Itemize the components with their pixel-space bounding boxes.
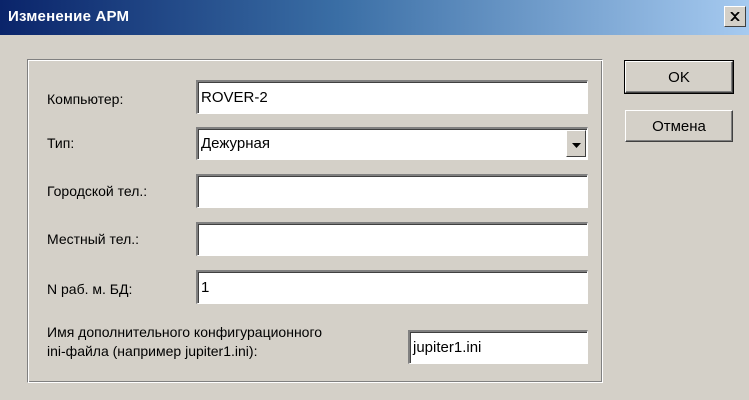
title-bar[interactable]: Изменение АРМ xyxy=(0,0,749,35)
computer-label: Компьютер: xyxy=(47,91,124,107)
chevron-down-icon xyxy=(571,129,581,158)
db-workplace-label: N раб. м. БД: xyxy=(47,281,133,297)
ini-file-label-line2: ini-файла (например jupiter1.ini): xyxy=(47,343,258,359)
ini-file-label: Имя дополнительного конфигурационного in… xyxy=(47,323,397,361)
ok-button[interactable]: OK xyxy=(624,60,734,94)
dialog-window: Изменение АРМ Компьютер: ROVER-2 Тип: Де… xyxy=(0,0,749,400)
close-icon xyxy=(730,12,740,21)
local-phone-label: Местный тел.: xyxy=(47,231,140,247)
city-phone-label: Городской тел.: xyxy=(47,183,148,199)
ini-file-label-line1: Имя дополнительного конфигурационного xyxy=(47,324,323,340)
type-label: Тип: xyxy=(47,135,75,151)
computer-input[interactable]: ROVER-2 xyxy=(196,80,588,114)
cancel-button[interactable]: Отмена xyxy=(625,110,733,142)
dropdown-button[interactable] xyxy=(566,130,586,157)
city-phone-input[interactable] xyxy=(196,174,588,208)
close-button[interactable] xyxy=(724,6,746,27)
window-title: Изменение АРМ xyxy=(8,8,130,25)
type-select-value: Дежурная xyxy=(201,135,270,152)
local-phone-input[interactable] xyxy=(196,222,588,256)
type-select[interactable]: Дежурная xyxy=(196,127,588,160)
db-workplace-input[interactable]: 1 xyxy=(196,270,588,304)
ini-file-input[interactable]: jupiter1.ini xyxy=(408,330,588,364)
